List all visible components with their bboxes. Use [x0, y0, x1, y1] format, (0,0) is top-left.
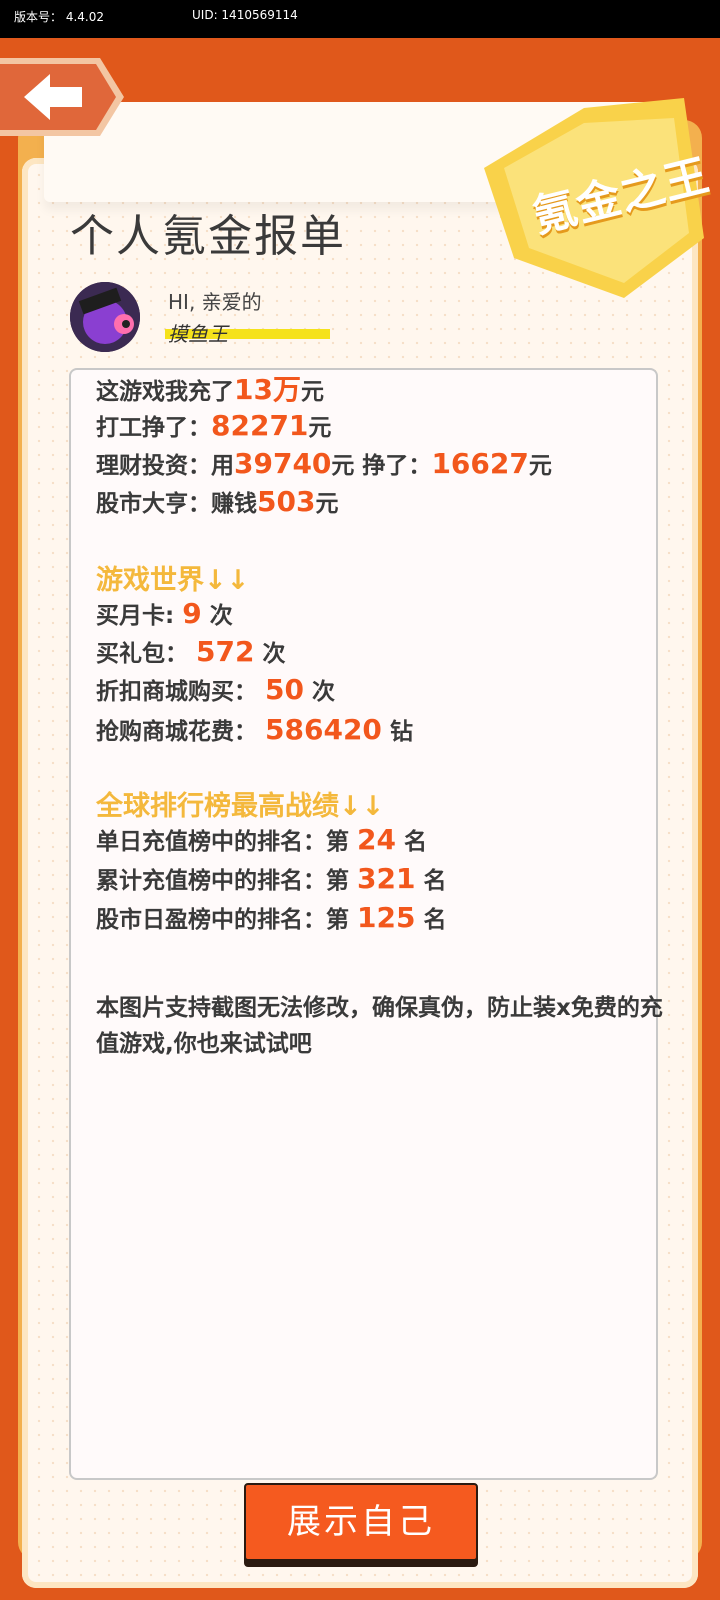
back-arrow-icon	[0, 58, 124, 136]
avatar-image	[70, 282, 140, 352]
version-label: 版本号： 4.4.02	[14, 10, 104, 24]
disclaimer-note: 本图片支持截图无法修改，确保真伪，防止装x免费的充值游戏,你也来试试吧	[96, 995, 663, 1057]
game-item-discount-shop: 折扣商城购买： 50 次	[96, 673, 335, 706]
page-title: 个人氪金报单	[70, 211, 346, 262]
section-heading-ranking: 全球排行榜最高战绩↓↓	[96, 791, 385, 822]
ranking-stock-daily: 股市日盈榜中的排名：第 125 名	[96, 901, 447, 934]
summary-row-work: 打工挣了：82271元	[96, 409, 332, 442]
show-yourself-button[interactable]: 展示自己	[244, 1483, 478, 1561]
uid-label: UID: 1410569114	[192, 8, 298, 22]
section-heading-game-world: 游戏世界↓↓	[96, 565, 250, 596]
game-item-monthly-card: 买月卡: 9 次	[96, 597, 233, 630]
status-bar: 版本号： 4.4.02 UID: 1410569114	[0, 0, 720, 38]
summary-row-stock: 股市大亨：赚钱503元	[96, 485, 339, 518]
greeting: HI, 亲爱的	[168, 290, 262, 314]
ranking-total-recharge: 累计充值榜中的排名：第 321 名	[96, 862, 447, 895]
summary-row-finance: 理财投资：用39740元 挣了：16627元	[96, 447, 552, 480]
avatar	[70, 282, 140, 352]
game-item-gift-pack: 买礼包： 572 次	[96, 635, 286, 668]
back-button[interactable]	[0, 54, 126, 140]
game-item-flash-shop: 抢购商城花费： 586420 钻	[96, 713, 413, 746]
ranking-daily-recharge: 单日充值榜中的排名：第 24 名	[96, 823, 427, 856]
summary-row-recharge: 这游戏我充了13万元	[96, 373, 324, 406]
user-name: 摸鱼王	[168, 322, 228, 346]
